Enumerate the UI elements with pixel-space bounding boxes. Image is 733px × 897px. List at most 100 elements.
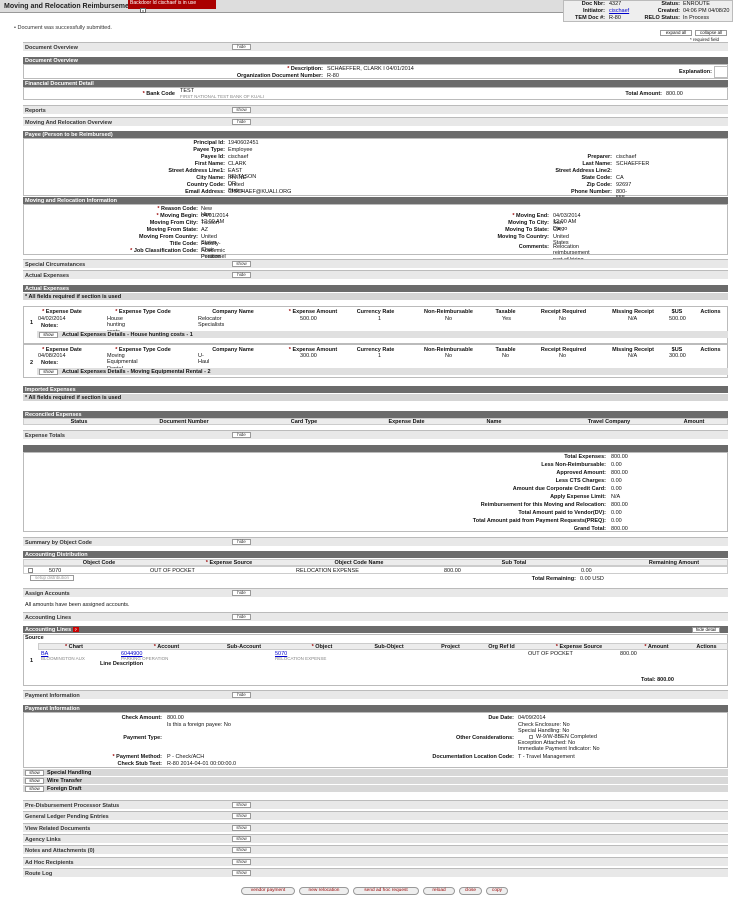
hide-button[interactable]: hide [232,692,251,698]
distribution-cols: Object Code * Expense Source Object Code… [23,559,728,566]
hide-button[interactable]: hide [232,590,251,596]
expand-all-button[interactable]: expand all [660,30,692,36]
hide-detail-button[interactable]: hide detail [692,627,720,633]
status-value: ENROUTE [683,1,710,7]
wire-transfer-row: show Wire Transfer [23,777,728,784]
show-button[interactable]: show [232,836,251,842]
paid-vendor-label: Total Amount paid to Vendor(DV): [518,510,606,516]
expense-amount: 300.00 [300,353,317,359]
vendor-payment-button[interactable]: vendor payment [241,887,295,895]
select-checkbox[interactable] [28,568,33,573]
show-button[interactable]: show [232,847,251,853]
new-relocation-button[interactable]: new relocation [299,887,349,895]
total-remaining-value: 0.00 USD [580,576,604,582]
col-label: Expense Amount [292,309,338,315]
payee-id-value: cischaef [228,154,249,160]
check-stub-value: R-80 2014-04-01 00:00:00.0 [167,761,237,767]
paid-vendor-value: 0.00 [611,510,622,516]
hide-button[interactable]: hide [232,119,251,125]
dist-sub-total: 800.00 [444,568,461,574]
hide-button[interactable]: hide [232,539,251,545]
copy-button[interactable]: copy [486,887,508,895]
payment-method-label: * Payment Method: [112,754,162,760]
doc-location-label: Documentation Location Code: [432,754,514,760]
show-button[interactable]: show [232,859,251,865]
col-expense-date: * Expense Date [42,309,82,315]
setup-distribution-button[interactable]: setup distribution [30,575,74,581]
paid-preq-value: 0.00 [611,518,622,524]
show-button[interactable]: show [232,825,251,831]
w9-checkbox[interactable] [529,735,533,739]
hide-button[interactable]: hide [232,614,251,620]
show-button[interactable]: show [232,870,251,876]
chart-sub: BLOOMINGTON AUX [41,656,85,661]
close-button[interactable]: close [459,887,482,895]
doc-nbr-label: Doc Nbr: [581,1,605,7]
tab-label: Reports [25,107,46,114]
hide-button[interactable]: hide [232,272,251,278]
tab-summary-object-code: Summary by Object Code hide [23,537,728,546]
col-usd: $US [671,309,683,315]
show-button[interactable]: show [25,785,44,792]
accounting-lines-header: Accounting Lines ? [23,626,728,633]
receipt-required: No [559,316,567,322]
show-button[interactable]: show [39,331,58,338]
special-handling-label: Special Handling [47,769,92,776]
show-button[interactable]: show [39,368,58,375]
backdoor-text: Backdoor Id cischaef is in use [130,0,197,6]
col-actions: Actions [700,347,721,353]
hide-button[interactable]: hide [232,432,251,438]
tab-gl-pending: General Ledger Pending Entries show [23,811,728,820]
initiator-link[interactable]: cischaef [609,8,629,14]
wire-transfer-label: Wire Transfer [47,777,83,784]
tem-label: TEM Doc #: [575,15,605,21]
explanation-label: Explanation: [678,69,712,75]
tab-notes-attachments: Notes and Attachments (0) show [23,845,728,854]
tab-payment-information: Payment Information hide [23,690,728,699]
payee-id-label: Payee Id: [200,154,225,160]
hide-button[interactable]: hide [232,44,251,50]
lines-cols: * Chart * Account Sub-Account * Object S… [38,643,728,650]
expense-1-number: 1 [30,320,34,326]
totals-header [23,445,728,452]
tab-label: Route Log [25,870,53,877]
expense-date: 04/02/2014 [38,316,66,322]
reconciled-cols: Status Document Number Card Type Expense… [23,418,728,425]
reason-code-label: * Reason Code: [157,206,198,212]
grand-total-value: 800.00 [611,526,628,532]
from-state-value: AZ [201,227,209,233]
collapse-all-button[interactable]: collapse all [695,30,727,36]
show-button[interactable]: show [232,802,251,808]
expense-amount: 500.00 [300,316,317,322]
tab-label: Summary by Object Code [25,539,92,546]
backdoor-logout-button[interactable]: x [140,8,146,13]
show-button[interactable]: show [25,769,44,776]
show-button[interactable]: show [232,107,251,113]
payee-principal-label: Principal Id: [193,140,225,146]
explanation-field[interactable] [714,66,728,78]
tab-moving-overview: Moving And Relocation Overview hide [23,117,728,126]
col-expense-type: * Expense Type Code [115,309,171,315]
line-expense-source: OUT OF POCKET [528,651,573,657]
org-doc-value: R-80 [327,73,339,79]
tab-route-log: Route Log show [23,868,728,877]
expense-date: 04/08/2014 [38,353,66,359]
expenses-required-note: * All fields required if section is used [23,293,728,300]
help-icon[interactable]: ? [72,626,79,632]
send-adhoc-button[interactable]: send ad hoc request [353,887,419,895]
col-currency-rate: Currency Rate [356,309,395,315]
zip-label: Zip Code: [586,182,612,188]
payee-country-label: Country Code: [186,182,225,188]
reload-button[interactable]: reload [423,887,455,895]
col-currency-rate: Currency Rate [356,347,395,353]
missing-receipt: N/A [628,353,638,359]
show-button[interactable]: show [232,813,251,819]
col-non-reimbursable: Non-Reimbursable [424,309,473,315]
less-non-reimb-value: 0.00 [611,462,622,468]
show-button[interactable]: show [232,261,251,267]
col-actions: Actions [700,309,721,315]
recon-col-expense-date: Expense Date [388,419,425,425]
tab-label: Ad Hoc Recipients [25,859,74,866]
foreign-draft-label: Foreign Draft [47,785,82,792]
show-button[interactable]: show [25,777,44,784]
